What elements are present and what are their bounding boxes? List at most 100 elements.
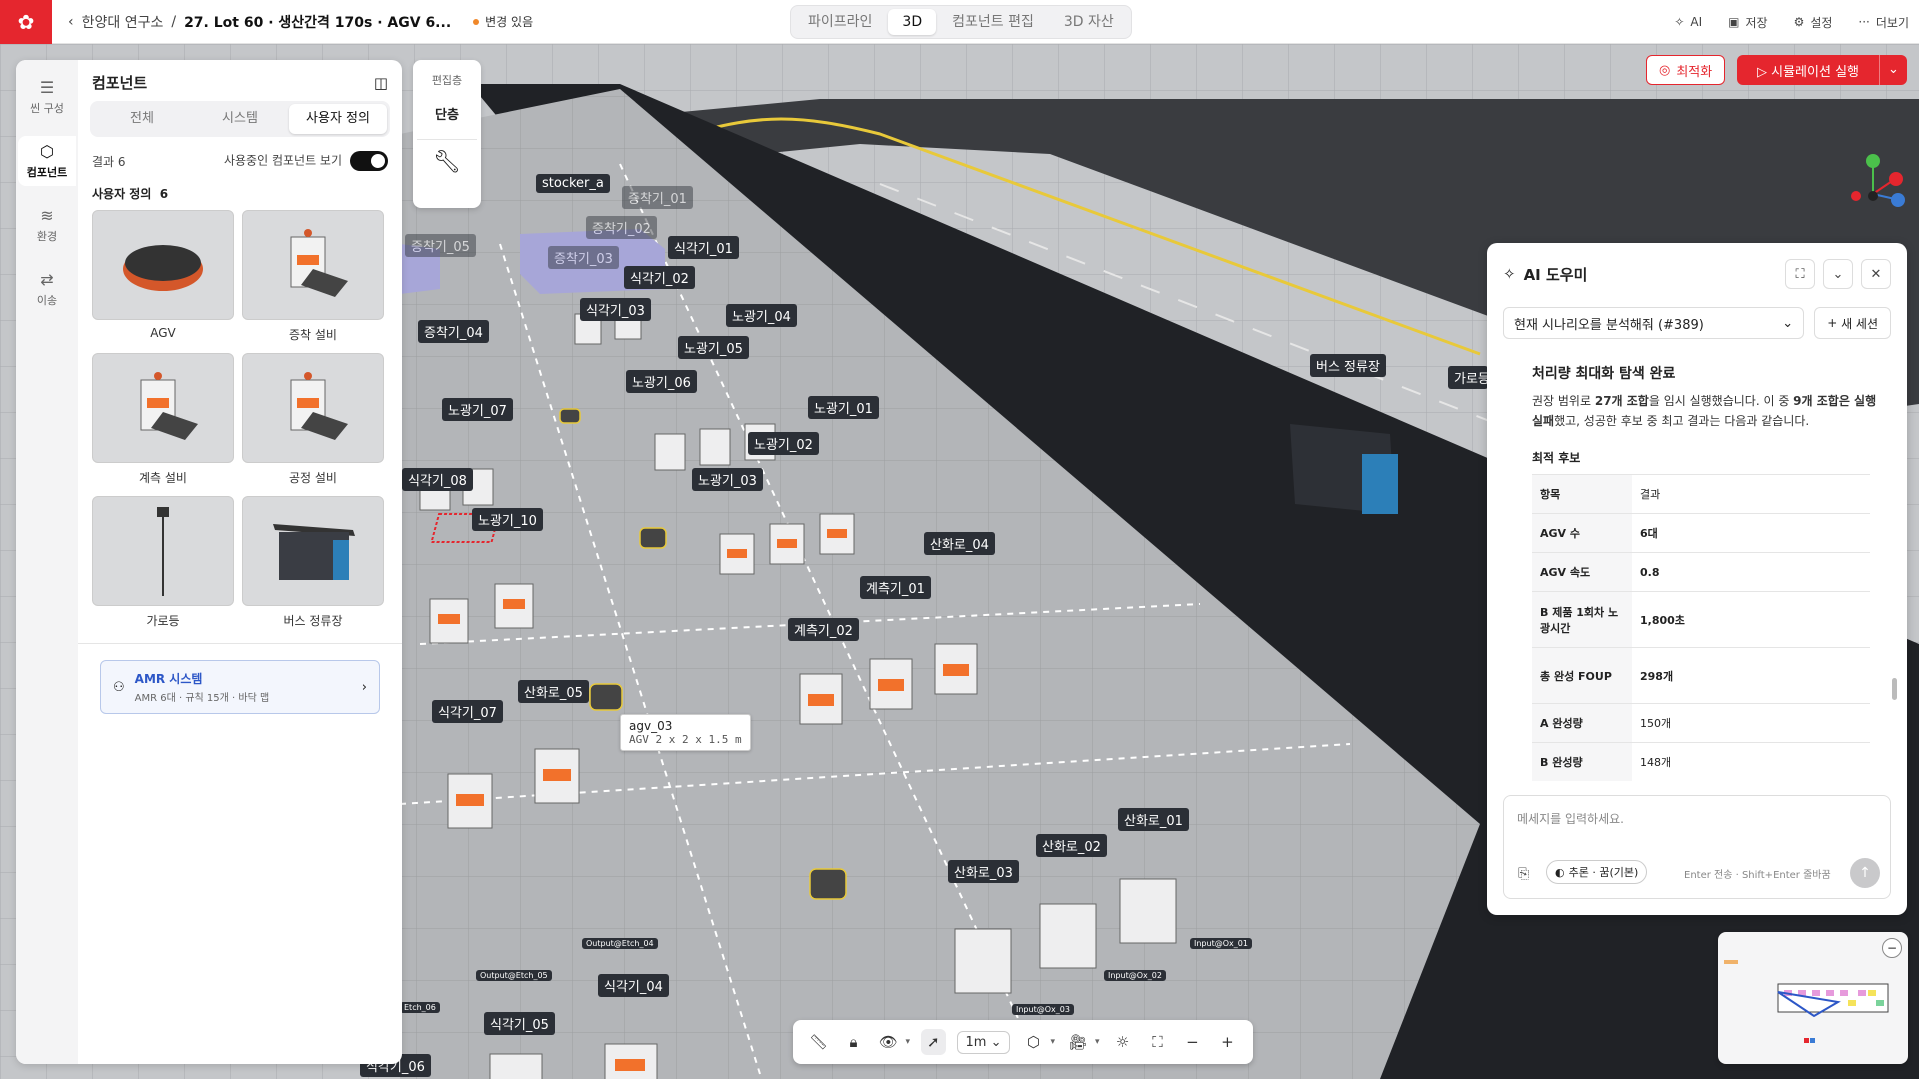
scene-label[interactable]: 산화로_05 (518, 680, 589, 703)
zoom-out-icon[interactable]: − (1180, 1033, 1204, 1051)
chevron-down-icon[interactable]: ⌄ (1823, 259, 1853, 289)
breadcrumb-parent[interactable]: 한양대 연구소 (82, 12, 164, 32)
scene-label[interactable]: 노광기_04 (726, 304, 797, 327)
scene-label[interactable]: 노광기_07 (442, 398, 513, 421)
scene-label[interactable]: 버스 정류장 (1310, 354, 1386, 377)
scene-label[interactable]: 계측기_01 (860, 576, 931, 599)
run-simulation-button[interactable]: ▷ 시뮬레이션 실행 ⌄ (1737, 55, 1907, 85)
amr-system-card[interactable]: ⚇ AMR 시스템 AMR 6대 · 규칙 15개 · 바닥 맵 › (100, 660, 380, 714)
scene-label[interactable]: 식각기_07 (432, 700, 503, 723)
fullscreen-icon[interactable]: ⛶ (1145, 1033, 1169, 1051)
component-card-busstop[interactable]: 버스 정류장 (242, 496, 384, 629)
settings-button[interactable]: ⚙ 설정 (1794, 14, 1833, 31)
message-input[interactable]: 메세지를 입력하세요. (1517, 810, 1624, 827)
show-used-toggle[interactable] (350, 151, 388, 171)
rail-item-transport[interactable]: ⇄ 이송 (18, 264, 76, 314)
component-card-agv[interactable]: AGV (92, 210, 234, 343)
scene-label[interactable]: Etch_06 (400, 1002, 440, 1013)
wrench-icon[interactable]: 🔧︎ (433, 150, 461, 175)
ai-button[interactable]: ✧ AI (1674, 15, 1702, 29)
rail-item-components[interactable]: ⬡ 컴포넌트 (18, 136, 76, 186)
optimize-button[interactable]: ◎ 최적화 (1646, 55, 1726, 85)
back-chevron-icon[interactable]: ‹ (68, 14, 74, 30)
scene-label[interactable]: 증착기_01 (622, 186, 693, 209)
scene-label[interactable]: Input@Ox_03 (1012, 1004, 1074, 1015)
scene-label[interactable]: 노광기_02 (748, 432, 819, 455)
paperclip-icon[interactable]: ⎘ (1518, 866, 1529, 882)
ai-scrollbar-thumb[interactable] (1892, 678, 1897, 700)
mode-tab-3d[interactable]: 3D (888, 9, 937, 35)
scene-label[interactable]: 노광기_05 (678, 336, 749, 359)
table-cell-key: 항목 (1532, 474, 1632, 514)
tab-all[interactable]: 전체 (93, 104, 191, 134)
send-arrow-icon[interactable]: ↑ (1850, 858, 1880, 888)
collapse-panel-icon[interactable]: ◫ (374, 74, 388, 92)
run-simulation-main[interactable]: ▷ 시뮬레이션 실행 (1737, 61, 1879, 80)
reasoning-mode-chip[interactable]: ◐ 추론 · 꿈(기본) (1546, 860, 1648, 884)
component-card-streetlight[interactable]: 가로등 (92, 496, 234, 629)
scene-label[interactable]: 산화로_02 (1036, 834, 1107, 857)
minimap[interactable]: − (1718, 932, 1908, 1064)
more-button[interactable]: ··· 더보기 (1858, 14, 1909, 31)
app-logo-icon[interactable]: ✿ (0, 0, 52, 44)
box-icon[interactable]: ⬡ (1021, 1033, 1045, 1051)
tab-system[interactable]: 시스템 (191, 104, 289, 134)
scene-label[interactable]: 식각기_08 (402, 468, 473, 491)
rail-item-environment[interactable]: ≋ 환경 (18, 200, 76, 250)
rail-item-scene[interactable]: ☰ 씬 구성 (18, 72, 76, 122)
scene-label[interactable]: Output@Etch_05 (476, 970, 552, 981)
scene-label[interactable]: 식각기_04 (598, 974, 669, 997)
mode-tab-pipeline[interactable]: 파이프라인 (794, 9, 886, 35)
save-button[interactable]: ▣ 저장 (1728, 14, 1767, 31)
scene-label[interactable]: 식각기_02 (624, 266, 695, 289)
mode-switcher: 파이프라인 3D 컴포넌트 편집 3D 자산 (790, 5, 1132, 39)
chevron-down-icon[interactable]: ▾ (905, 1037, 910, 1047)
scene-label[interactable]: Input@Ox_02 (1104, 970, 1166, 981)
scene-label[interactable]: 노광기_06 (626, 370, 697, 393)
close-icon[interactable]: ✕ (1861, 259, 1891, 289)
chevron-down-icon[interactable]: ▾ (1050, 1037, 1055, 1047)
scene-label[interactable]: Output@Etch_04 (582, 938, 658, 949)
session-select[interactable]: 현재 시나리오를 분석해줘 (#389) ⌄ (1503, 307, 1805, 339)
edit-layer-value[interactable]: 단층 (435, 104, 459, 123)
scene-label[interactable]: 증착기_03 (548, 246, 619, 269)
mode-tab-component-edit[interactable]: 컴포넌트 편집 (938, 9, 1048, 35)
scene-label[interactable]: 증착기_04 (418, 320, 489, 343)
new-session-button[interactable]: + 새 세션 (1814, 307, 1891, 339)
scene-label[interactable]: 노광기_03 (692, 468, 763, 491)
chevron-down-icon[interactable]: ▾ (1095, 1037, 1100, 1047)
component-card-process[interactable]: 공정 설비 (242, 353, 384, 486)
scene-label[interactable]: Input@Ox_01 (1190, 938, 1252, 949)
minimap-collapse-icon[interactable]: − (1882, 938, 1902, 958)
scene-label[interactable]: 식각기_01 (668, 236, 739, 259)
component-card-metrology[interactable]: 계측 설비 (92, 353, 234, 486)
component-card-deposition[interactable]: 증착 설비 (242, 210, 384, 343)
scene-label[interactable]: 계측기_02 (788, 618, 859, 641)
streetlight-thumbnail (92, 496, 234, 606)
scene-label[interactable]: 산화로_04 (924, 532, 995, 555)
scene-label[interactable]: 노광기_01 (808, 396, 879, 419)
tab-custom[interactable]: 사용자 정의 (289, 104, 387, 134)
camera-icon[interactable]: 🎥︎ (1066, 1033, 1090, 1051)
sun-icon[interactable]: ☼ (1110, 1033, 1134, 1051)
ruler-icon[interactable]: 📏︎ (806, 1033, 830, 1051)
select-cursor-icon[interactable]: ➚ (920, 1029, 946, 1055)
scene-label[interactable]: 증착기_05 (405, 234, 476, 257)
mode-tab-3d-assets[interactable]: 3D 자산 (1050, 9, 1128, 35)
scene-label[interactable]: 식각기_05 (484, 1012, 555, 1035)
scene-label[interactable]: 가로등 (1448, 366, 1488, 389)
lock-icon[interactable]: 🔒︎ (841, 1033, 865, 1051)
breadcrumb: ‹ 한양대 연구소 / 27. Lot 60 · 생산간격 170s · AGV… (68, 12, 451, 32)
scene-label[interactable]: 산화로_03 (948, 860, 1019, 883)
scene-label[interactable]: stocker_a (536, 174, 610, 193)
scene-label[interactable]: 노광기_10 (472, 508, 543, 531)
scene-label[interactable]: 산화로_01 (1118, 808, 1189, 831)
scene-label[interactable]: 증착기_02 (586, 216, 657, 239)
table-cell-value: 148개 (1632, 742, 1870, 781)
grid-scale-select[interactable]: 1m ⌄ (956, 1030, 1011, 1054)
eye-icon[interactable]: 👁︎ (876, 1033, 900, 1051)
scene-label[interactable]: 식각기_03 (580, 298, 651, 321)
expand-icon[interactable]: ⛶ (1785, 259, 1815, 289)
zoom-in-icon[interactable]: + (1215, 1033, 1239, 1051)
run-options-chevron-icon[interactable]: ⌄ (1879, 55, 1907, 85)
